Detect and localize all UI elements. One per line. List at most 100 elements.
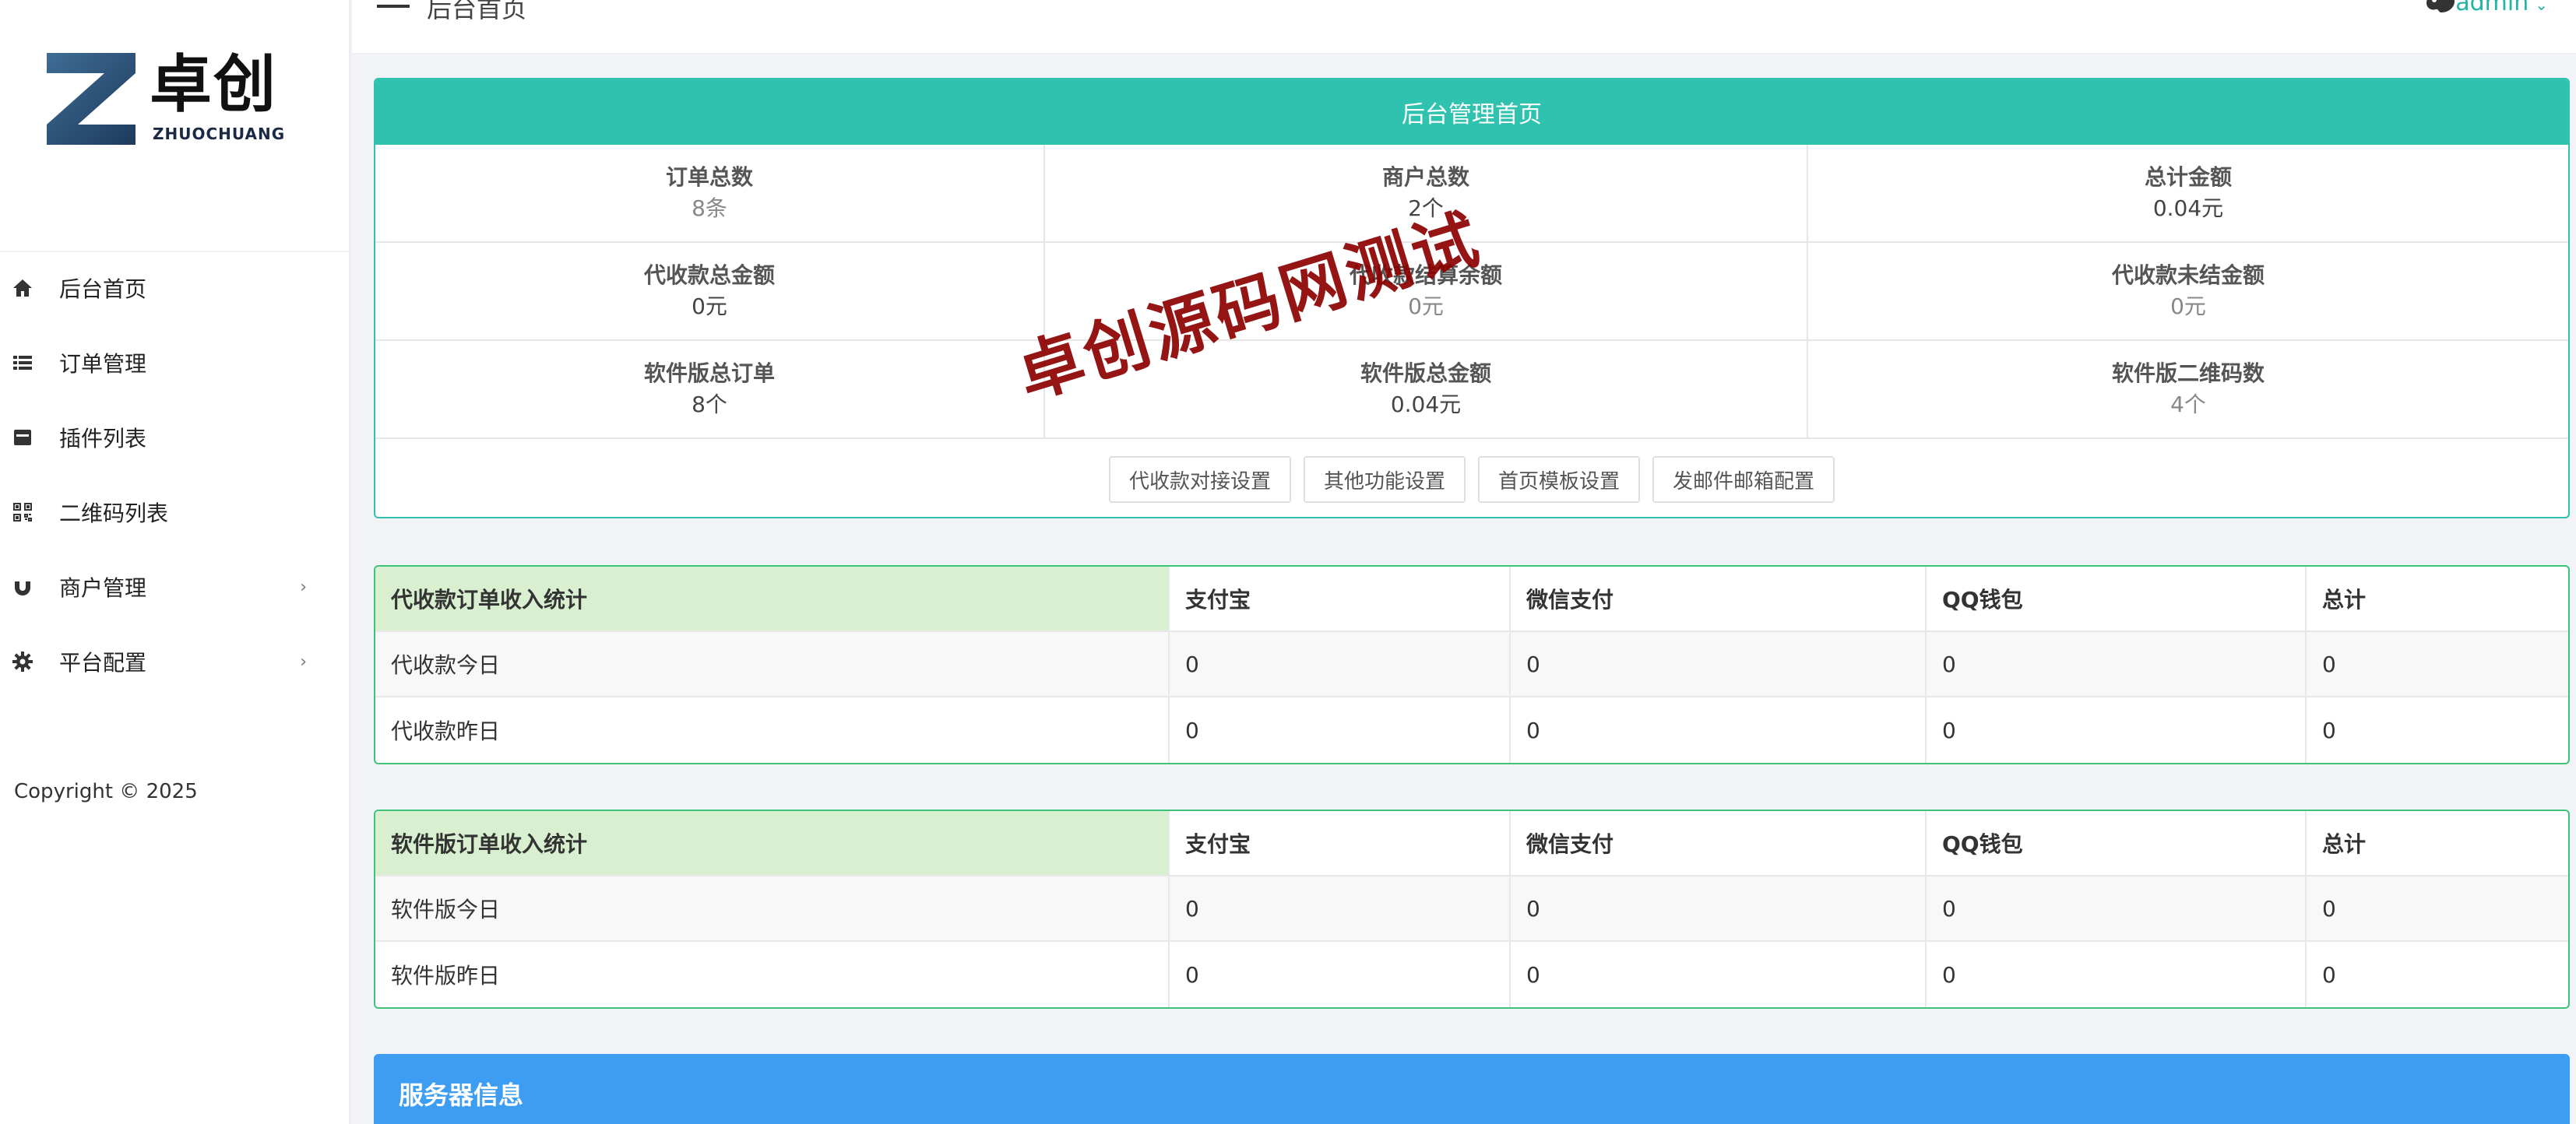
sidebar-item-label: 插件列表 xyxy=(59,426,147,451)
hamburger-menu-icon[interactable] xyxy=(377,0,410,19)
list-icon xyxy=(11,351,34,374)
stat-total-orders: 订单总数 8条 xyxy=(375,145,1045,241)
server-info-title: 服务器信息 xyxy=(399,1080,524,1110)
sidebar-item-merchants[interactable]: 商户管理 › xyxy=(0,550,350,624)
stat-software-orders: 软件版总订单 8个 xyxy=(375,341,1045,437)
table-cell: 0 xyxy=(1170,632,1511,696)
home-template-settings-button[interactable]: 首页模板设置 xyxy=(1478,456,1641,503)
stat-value: 8条 xyxy=(692,195,727,221)
stat-value: 0元 xyxy=(692,293,727,319)
stat-value: 0.04元 xyxy=(1390,392,1462,417)
table-cell: 代收款昨日 xyxy=(375,697,1170,763)
sidebar-item-home[interactable]: 后台首页 xyxy=(0,251,350,325)
stat-label: 订单总数 xyxy=(665,164,753,190)
stat-label: 软件版总金额 xyxy=(1360,360,1491,386)
table-cell: 0 xyxy=(1511,942,1927,1007)
archive-icon xyxy=(11,426,34,449)
palette-icon[interactable] xyxy=(2425,0,2456,16)
stat-label: 代收款未结金额 xyxy=(2111,262,2265,288)
stat-label: 总计金额 xyxy=(2144,164,2232,190)
server-info-panel: 服务器信息 xyxy=(374,1054,2570,1124)
table-header-row: 软件版订单收入统计 支付宝 微信支付 QQ钱包 总计 xyxy=(375,811,2568,876)
table-header-cell: QQ钱包 xyxy=(1927,811,2307,875)
table-cell: 0 xyxy=(2322,717,2336,743)
qrcode-icon xyxy=(11,501,34,524)
sidebar-nav: 后台首页 订单管理 插件列表 二维码列表 商户管理 › 平台配置 › xyxy=(0,251,350,699)
table-cell: 0 xyxy=(1927,876,2307,940)
sidebar-item-label: 后台首页 xyxy=(59,276,147,302)
table-header-cell: 支付宝 xyxy=(1170,811,1511,875)
table-header-cell: QQ钱包 xyxy=(1927,567,2307,630)
table-header-cell: 代收款订单收入统计 xyxy=(375,567,1170,630)
table-row: 软件版今日 0 0 0 0 xyxy=(375,876,2568,942)
stat-value: 4个 xyxy=(2170,392,2206,417)
gear-icon xyxy=(11,650,34,673)
config-button-row: 代收款对接设置 其他功能设置 首页模板设置 发邮件邮箱配置 xyxy=(375,439,2568,517)
stats-row: 软件版总订单 8个 软件版总金额 0.04元 软件版二维码数 4个 xyxy=(375,341,2568,439)
table-cell: 0 xyxy=(2322,651,2336,677)
stat-total-amount: 总计金额 0.04元 xyxy=(1808,145,2568,241)
sidebar-item-label: 商户管理 xyxy=(59,575,147,601)
copyright-text: Copyright © 2025 xyxy=(14,780,198,803)
table-cell: 0 xyxy=(1927,942,2307,1007)
stat-value: 0.04元 xyxy=(2152,195,2224,221)
table-header-row: 代收款订单收入统计 支付宝 微信支付 QQ钱包 总计 xyxy=(375,567,2568,632)
sidebar: 卓创 ZHUOCHUANG 后台首页 订单管理 插件列表 二维码列表 商户管理 … xyxy=(0,0,350,1124)
other-settings-button[interactable]: 其他功能设置 xyxy=(1303,456,1466,503)
brand-logo[interactable]: 卓创 ZHUOCHUANG xyxy=(44,47,293,156)
collection-api-settings-button[interactable]: 代收款对接设置 xyxy=(1108,456,1291,503)
chevron-down-icon: ⌄ xyxy=(2535,0,2548,14)
stat-collection-total: 代收款总金额 0元 xyxy=(375,243,1045,339)
stat-value: 0元 xyxy=(2170,293,2206,319)
logo-z-mark xyxy=(47,53,135,145)
table-cell: 0 xyxy=(1511,697,1927,763)
stat-label: 软件版总订单 xyxy=(643,360,775,386)
mail-config-button[interactable]: 发邮件邮箱配置 xyxy=(1652,456,1835,503)
sidebar-item-label: 订单管理 xyxy=(59,351,147,377)
page-title: 后台首页 xyxy=(427,0,527,23)
logo-chinese-text: 卓创 xyxy=(150,48,277,121)
collection-income-table: 代收款订单收入统计 支付宝 微信支付 QQ钱包 总计 代收款今日 0 0 0 0… xyxy=(374,565,2570,764)
table-cell: 0 xyxy=(1927,697,2307,763)
stat-value: 8个 xyxy=(692,392,727,417)
sidebar-item-label: 二维码列表 xyxy=(59,501,169,526)
table-row: 代收款昨日 0 0 0 0 xyxy=(375,697,2568,763)
table-header-cell: 总计 xyxy=(2322,587,2367,613)
sidebar-item-label: 平台配置 xyxy=(59,650,147,676)
magnet-icon xyxy=(11,575,34,599)
table-cell: 0 xyxy=(1170,697,1511,763)
table-cell: 0 xyxy=(1170,876,1511,940)
user-name: admin xyxy=(2455,0,2529,16)
dashboard-stats-panel: 后台管理首页 订单总数 8条 商户总数 2个 总计金额 0.04元 代收款总金额… xyxy=(374,78,2570,518)
table-header-cell: 支付宝 xyxy=(1170,567,1511,630)
table-row: 代收款今日 0 0 0 0 xyxy=(375,632,2568,697)
table-header-cell: 微信支付 xyxy=(1511,567,1927,630)
stat-software-qrcodes: 软件版二维码数 4个 xyxy=(1808,341,2568,437)
sidebar-item-platform-config[interactable]: 平台配置 › xyxy=(0,624,350,699)
stat-label: 代收款总金额 xyxy=(643,262,775,288)
table-cell: 0 xyxy=(1511,876,1927,940)
table-cell: 0 xyxy=(1511,632,1927,696)
chevron-right-icon: › xyxy=(300,578,307,597)
home-icon xyxy=(11,276,34,300)
chevron-right-icon: › xyxy=(300,652,307,672)
table-cell: 0 xyxy=(2322,895,2336,922)
table-header-cell: 软件版订单收入统计 xyxy=(375,811,1170,875)
software-income-table: 软件版订单收入统计 支付宝 微信支付 QQ钱包 总计 软件版今日 0 0 0 0… xyxy=(374,810,2570,1009)
table-cell: 软件版今日 xyxy=(375,876,1170,940)
user-menu[interactable]: admin ⌄ xyxy=(2455,0,2548,16)
table-cell: 0 xyxy=(2322,961,2336,988)
table-row: 软件版昨日 0 0 0 0 xyxy=(375,942,2568,1007)
stats-panel-title: 后台管理首页 xyxy=(375,79,2568,145)
table-cell: 0 xyxy=(1170,942,1511,1007)
sidebar-item-orders[interactable]: 订单管理 xyxy=(0,325,350,400)
sidebar-item-qrcodes[interactable]: 二维码列表 xyxy=(0,475,350,550)
table-cell: 代收款今日 xyxy=(375,632,1170,696)
table-header-cell: 微信支付 xyxy=(1511,811,1927,875)
table-header-cell: 总计 xyxy=(2322,831,2367,857)
table-cell: 0 xyxy=(1927,632,2307,696)
sidebar-item-plugins[interactable]: 插件列表 xyxy=(0,400,350,475)
table-cell: 软件版昨日 xyxy=(375,942,1170,1007)
stat-label: 软件版二维码数 xyxy=(2111,360,2265,386)
logo-english-text: ZHUOCHUANG xyxy=(153,125,286,143)
